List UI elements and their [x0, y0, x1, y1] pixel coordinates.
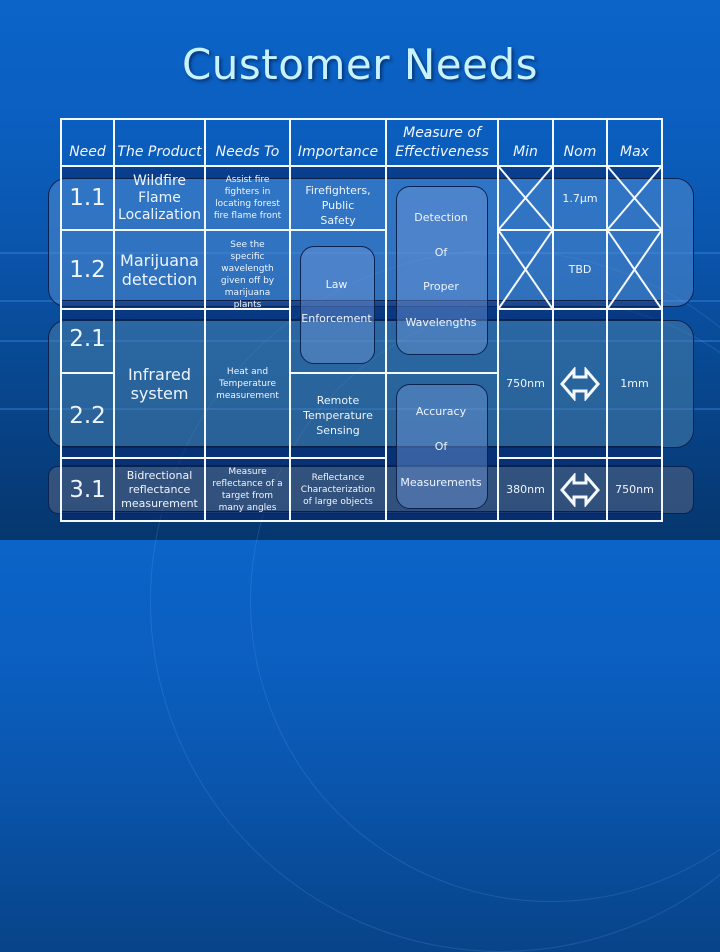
cross-icon: [499, 167, 552, 229]
max-1-2-na: [606, 229, 663, 310]
min-1-2-na: [497, 229, 554, 310]
importance-2-2: Remote Temperature Sensing: [289, 372, 387, 459]
nom-2: [552, 308, 608, 459]
importance-1-1: Firefighters, Public Safety: [289, 165, 387, 231]
needs-to-1-1: Assist fire fighters in locating forest …: [204, 165, 291, 231]
header-product: The Product: [113, 118, 206, 167]
max-1-1-na: [606, 165, 663, 231]
need-1-2: 1.2: [60, 229, 115, 310]
min-1-1-na: [497, 165, 554, 231]
cross-icon: [499, 231, 552, 308]
measure-upper-line3: Proper: [423, 280, 459, 293]
double-arrow-icon: [560, 366, 600, 401]
max-3-1: 750nm: [606, 457, 663, 522]
need-1-1: 1.1: [60, 165, 115, 231]
measure-lower-line2: Of: [434, 440, 448, 453]
measure-lower-line1: Accuracy: [415, 405, 467, 418]
needs-to-3-1: Measure reflectance of a target from man…: [204, 457, 291, 522]
product-1-2: Marijuana detection: [113, 229, 206, 310]
header-need: Need: [60, 118, 115, 167]
cross-icon: [608, 167, 661, 229]
importance-law-line2: Enforcement: [301, 312, 372, 325]
max-2: 1mm: [606, 308, 663, 459]
header-max: Max: [606, 118, 663, 167]
needs-to-1-2: See the specific wavelength given off by…: [204, 229, 291, 310]
header-needs-to: Needs To: [204, 118, 291, 167]
need-2-2: 2.2: [60, 372, 115, 459]
header-nom: Nom: [552, 118, 608, 167]
header-importance: Importance: [289, 118, 387, 167]
measure-upper-line2: Of: [434, 246, 448, 259]
need-2-1: 2.1: [60, 308, 115, 374]
measure-upper: [385, 165, 499, 374]
need-3-1: 3.1: [60, 457, 115, 522]
importance-3-1: Reflectance Characterization of large ob…: [289, 457, 387, 522]
product-3-1: Bidrectional reflectance measurement: [113, 457, 206, 522]
needs-to-2: Heat and Temperature measurement: [204, 308, 291, 459]
nom-1-1: 1.7µm: [552, 165, 608, 231]
measure-lower-line3: Measurements: [400, 476, 482, 489]
nom-1-2: TBD: [552, 229, 608, 310]
importance-law-line1: Law: [325, 278, 348, 291]
measure-upper-line4: Wavelengths: [405, 316, 477, 329]
cross-icon: [608, 231, 661, 308]
importance-law-enforcement: [289, 229, 387, 374]
min-3-1: 380nm: [497, 457, 554, 522]
measure-upper-line1: Detection: [414, 211, 468, 224]
nom-3-1: [552, 457, 608, 522]
header-measure: Measure of Effectiveness: [385, 118, 499, 167]
page-title: Customer Needs: [181, 40, 538, 89]
header-min: Min: [497, 118, 554, 167]
product-2: Infrared system: [113, 308, 206, 459]
double-arrow-icon: [560, 472, 600, 507]
min-2: 750nm: [497, 308, 554, 459]
product-1-1: Wildfire Flame Localization: [113, 165, 206, 231]
